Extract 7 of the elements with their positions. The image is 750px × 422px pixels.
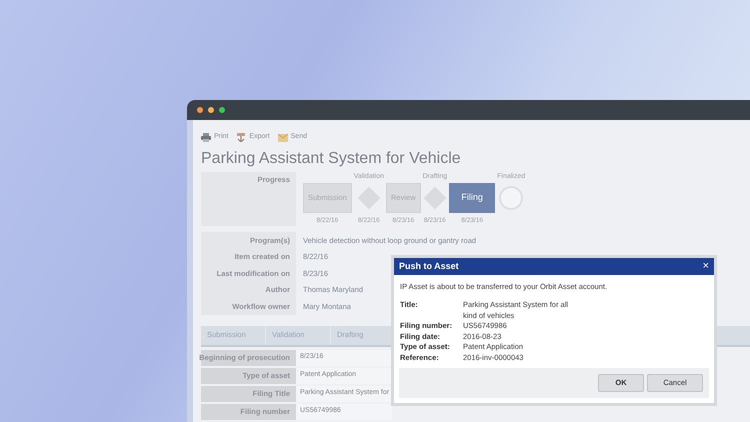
printer-icon bbox=[201, 132, 211, 142]
export-icon bbox=[236, 132, 246, 142]
close-button[interactable]: × bbox=[702, 261, 709, 272]
stage-button[interactable]: Filing bbox=[449, 183, 496, 213]
dialog-title: Push to Asset bbox=[399, 260, 459, 273]
envelope-icon bbox=[278, 132, 288, 142]
page-title: Parking Assistant System for Vehicle bbox=[201, 149, 462, 169]
